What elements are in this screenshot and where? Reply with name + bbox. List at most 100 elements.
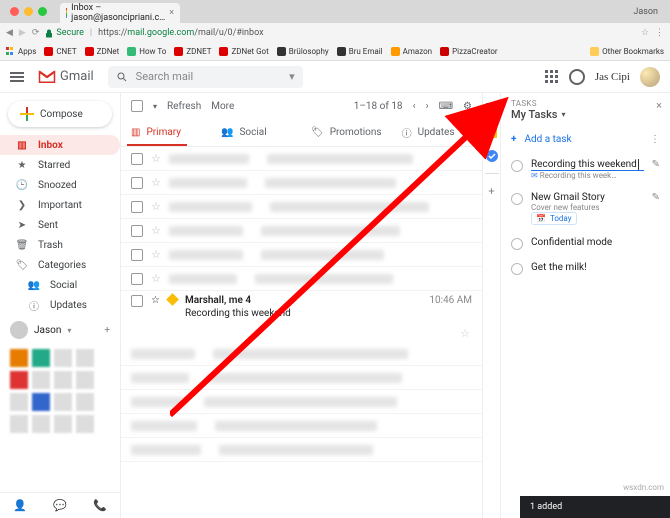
keep-addon-icon[interactable] <box>485 125 499 139</box>
settings-gear-icon[interactable]: ⚙ <box>463 101 472 112</box>
message-row[interactable]: ☆ <box>121 243 482 267</box>
message-row[interactable] <box>121 438 482 462</box>
secure-indicator[interactable]: Secure <box>45 28 84 38</box>
star-icon[interactable]: ☆ <box>151 224 161 237</box>
calendar-addon-icon[interactable] <box>485 101 499 115</box>
row-checkbox[interactable] <box>131 225 143 237</box>
star-icon[interactable]: ☆ <box>460 327 470 340</box>
message-row[interactable]: ☆ <box>121 171 482 195</box>
tab-promotions[interactable]: 🏷Promotions <box>301 119 392 146</box>
hangouts-tab-icon[interactable]: 💬 <box>53 499 67 512</box>
next-page-icon[interactable]: › <box>426 101 429 112</box>
phone-tab-icon[interactable]: 📞 <box>93 499 107 512</box>
message-row[interactable]: ☆ <box>121 267 482 291</box>
edit-task-icon[interactable]: ✎ <box>652 192 660 225</box>
tasks-addon-icon[interactable] <box>485 149 499 163</box>
message-row[interactable]: ☆ <box>121 147 482 171</box>
compose-button[interactable]: Compose <box>8 101 112 127</box>
browser-menu-icon[interactable]: ⋮ <box>655 28 664 38</box>
apps-grid-icon[interactable] <box>545 70 559 84</box>
hangouts-header[interactable]: Jason ▾ + <box>0 315 120 345</box>
close-icon[interactable]: × <box>656 99 662 112</box>
search-input[interactable]: Search mail ▾ <box>108 66 303 88</box>
sidebar-item-updates[interactable]: ⓘUpdates <box>0 295 120 315</box>
task-complete-toggle[interactable] <box>511 238 523 250</box>
row-checkbox[interactable] <box>131 273 143 285</box>
select-all-checkbox[interactable] <box>131 100 143 112</box>
tasks-list-name[interactable]: My Tasks <box>511 108 557 121</box>
main-menu-icon[interactable] <box>10 72 24 82</box>
task-title[interactable]: New Gmail Story <box>531 192 644 203</box>
tab-updates[interactable]: ⓘUpdates <box>392 119 482 146</box>
contacts-tab-icon[interactable]: 👤 <box>13 499 27 512</box>
sidebar-item-starred[interactable]: ★Starred <box>0 155 120 175</box>
prev-page-icon[interactable]: ‹ <box>413 101 416 112</box>
task-complete-toggle[interactable] <box>511 263 523 275</box>
edit-task-icon[interactable]: ✎ <box>652 159 660 180</box>
browser-tab[interactable]: Inbox – jason@jasoncipriani.c… × <box>60 3 180 23</box>
gmail-logo[interactable]: Gmail <box>38 69 94 84</box>
bookmark-item[interactable]: Amazon <box>391 47 432 56</box>
bookmark-item[interactable]: ZDNET <box>174 47 211 56</box>
tab-close-icon[interactable]: × <box>169 8 174 18</box>
bookmark-item[interactable]: CNET <box>44 47 76 56</box>
sidebar-item-social[interactable]: 👥Social <box>0 275 120 295</box>
star-icon[interactable]: ☆ <box>151 152 161 165</box>
add-task-plus-icon[interactable]: + <box>511 134 516 145</box>
sidebar-item-sent[interactable]: ➤Sent <box>0 215 120 235</box>
reload-icon[interactable]: ⟳ <box>32 28 40 38</box>
tab-social[interactable]: 👥Social <box>211 119 301 146</box>
task-complete-toggle[interactable] <box>511 193 523 205</box>
close-window-icon[interactable] <box>10 7 19 16</box>
refresh-button[interactable]: Refresh <box>167 101 201 112</box>
sidebar-item-categories[interactable]: 🏷Categories <box>0 255 120 275</box>
hangouts-add-icon[interactable]: + <box>104 325 110 336</box>
more-button[interactable]: More <box>211 101 234 112</box>
row-checkbox[interactable] <box>131 201 143 213</box>
star-icon[interactable]: ☆ <box>151 200 161 213</box>
search-options-icon[interactable]: ▾ <box>289 70 295 83</box>
account-ring-icon[interactable] <box>569 69 585 85</box>
row-checkbox[interactable] <box>131 153 143 165</box>
task-item[interactable]: Get the milk! <box>505 256 666 281</box>
apps-bookmark[interactable]: Apps <box>6 47 36 56</box>
row-checkbox[interactable] <box>131 295 143 307</box>
message-row[interactable]: ☆Marshall, me 4Recording this weekend10:… <box>121 291 482 325</box>
tab-primary[interactable]: ▥Primary <box>121 119 211 146</box>
task-title[interactable]: Get the milk! <box>531 262 660 273</box>
task-title[interactable]: Recording this weekend <box>531 159 644 171</box>
tasks-menu-icon[interactable]: ⋮ <box>650 134 660 145</box>
add-task-button[interactable]: Add a task <box>524 134 571 145</box>
star-icon[interactable]: ☆ <box>151 295 160 321</box>
bookmark-item[interactable]: How To <box>127 47 166 56</box>
sidebar-item-important[interactable]: ❯Important <box>0 195 120 215</box>
important-marker-icon[interactable] <box>166 293 179 306</box>
row-checkbox[interactable] <box>131 249 143 261</box>
zoom-window-icon[interactable] <box>38 7 47 16</box>
task-item[interactable]: New Gmail StoryCover new features📅Today✎ <box>505 186 666 231</box>
message-row[interactable] <box>121 366 482 390</box>
bookmark-item[interactable]: ZDNet Got <box>219 47 268 56</box>
bookmark-item[interactable]: ZDNet <box>85 47 120 56</box>
task-item[interactable]: Confidential mode <box>505 231 666 256</box>
message-row[interactable] <box>121 390 482 414</box>
avatar[interactable] <box>640 67 660 87</box>
task-date[interactable]: 📅Today <box>531 212 577 225</box>
bookmark-item[interactable]: Brülosophy <box>277 47 329 56</box>
message-row[interactable] <box>121 342 482 366</box>
message-row[interactable]: ☆ <box>121 219 482 243</box>
sidebar-item-trash[interactable]: 🗑Trash <box>0 235 120 255</box>
other-bookmarks[interactable]: Other Bookmarks <box>590 47 664 56</box>
task-item[interactable]: Recording this weekend✉ Recording this w… <box>505 153 666 186</box>
task-complete-toggle[interactable] <box>511 160 523 172</box>
bookmark-item[interactable]: PizzaCreator <box>440 47 498 56</box>
message-row[interactable] <box>121 414 482 438</box>
message-row[interactable]: ☆ <box>121 195 482 219</box>
task-title[interactable]: Confidential mode <box>531 237 660 248</box>
star-icon[interactable]: ☆ <box>151 248 161 261</box>
bookmark-item[interactable]: Bru Email <box>337 47 383 56</box>
sidebar-item-snoozed[interactable]: 🕒Snoozed <box>0 175 120 195</box>
input-tools-icon[interactable]: ⌨ <box>439 101 453 112</box>
row-checkbox[interactable] <box>131 177 143 189</box>
sidebar-item-inbox[interactable]: ▥Inbox <box>0 135 120 155</box>
